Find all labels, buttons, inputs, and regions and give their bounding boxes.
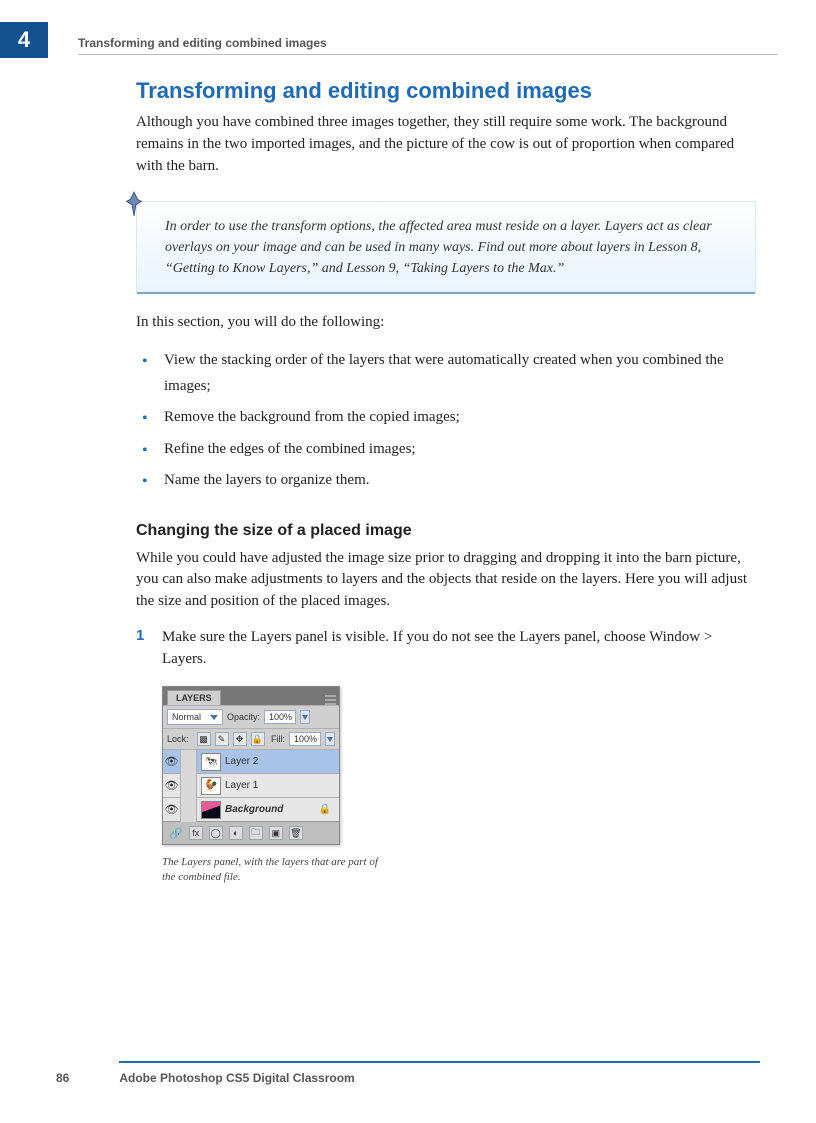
note-text: In order to use the transform options, t… xyxy=(165,219,712,276)
list-item: Name the layers to organize them. xyxy=(136,468,756,494)
subsection-title: Changing the size of a placed image xyxy=(136,522,756,540)
new-layer-icon[interactable]: ▣ xyxy=(269,826,283,840)
chapter-badge: 4 xyxy=(0,22,48,58)
page-footer: 86 Adobe Photoshop CS5 Digital Classroom xyxy=(0,1061,760,1085)
panel-tab-row: LAYERS xyxy=(163,687,339,705)
lock-label: Lock: xyxy=(167,734,189,744)
lock-all-icon[interactable]: 🔒 xyxy=(251,732,265,746)
opacity-label: Opacity: xyxy=(227,712,260,722)
trash-icon[interactable]: 🗑 xyxy=(289,826,303,840)
lock-transparency-icon[interactable]: ▩ xyxy=(197,732,211,746)
opacity-field[interactable]: 100% xyxy=(264,710,296,724)
fill-field[interactable]: 100% xyxy=(289,732,321,746)
visibility-toggle[interactable]: 👁 xyxy=(163,774,181,798)
layer-row[interactable]: 👁 🐄 Layer 2 xyxy=(163,749,339,773)
step-text: Make sure the Layers panel is visible. I… xyxy=(162,627,756,671)
panel-footer: 🔗 fx ◯ ◐ 🗀 ▣ 🗑 xyxy=(163,821,339,844)
step-1: 1 Make sure the Layers panel is visible.… xyxy=(136,627,756,671)
link-layers-icon[interactable]: 🔗 xyxy=(169,827,183,840)
lock-position-icon[interactable]: ✥ xyxy=(233,732,247,746)
lock-pixels-icon[interactable]: ✎ xyxy=(215,732,229,746)
subsection-body: While you could have adjusted the image … xyxy=(136,548,756,613)
step-number: 1 xyxy=(136,627,162,671)
lock-fill-row: Lock: ▩ ✎ ✥ 🔒 Fill: 100% xyxy=(163,728,339,749)
layer-row[interactable]: 👁 🐓 Layer 1 xyxy=(163,773,339,797)
opacity-stepper[interactable] xyxy=(300,710,310,724)
fill-stepper[interactable] xyxy=(325,732,335,746)
layer-thumbnail[interactable]: 🐓 xyxy=(201,777,221,795)
layer-name[interactable]: Layer 1 xyxy=(225,780,258,791)
list-item: Refine the edges of the combined images; xyxy=(136,437,756,463)
adjustment-icon[interactable]: ◐ xyxy=(229,826,243,840)
group-icon[interactable]: 🗀 xyxy=(249,826,263,840)
pushpin-icon xyxy=(123,190,145,218)
visibility-toggle[interactable]: 👁 xyxy=(163,798,181,822)
section-intro: Although you have combined three images … xyxy=(136,112,756,177)
layer-name[interactable]: Background xyxy=(225,804,283,815)
layers-panel: LAYERS Normal Opacity: 100% Lock: ▩ ✎ ✥ … xyxy=(162,686,340,845)
running-head: Transforming and editing combined images xyxy=(78,36,778,55)
mask-icon[interactable]: ◯ xyxy=(209,826,223,840)
lock-icon: 🔒 xyxy=(319,804,331,815)
link-cell[interactable] xyxy=(181,798,197,822)
layer-thumbnail[interactable] xyxy=(201,801,221,819)
lock-icons: ▩ ✎ ✥ 🔒 xyxy=(197,732,265,746)
fx-icon[interactable]: fx xyxy=(189,826,203,840)
visibility-toggle[interactable]: 👁 xyxy=(163,750,181,774)
fill-label: Fill: xyxy=(271,734,285,744)
page-number: 86 xyxy=(0,1061,119,1085)
blend-mode-value: Normal xyxy=(172,712,201,722)
panel-menu-icon[interactable] xyxy=(325,691,339,705)
section-title: Transforming and editing combined images xyxy=(136,78,756,104)
note-callout: In order to use the transform options, t… xyxy=(136,201,756,294)
link-cell[interactable] xyxy=(181,750,197,774)
list-intro: In this section, you will do the followi… xyxy=(136,312,756,334)
link-cell[interactable] xyxy=(181,774,197,798)
chevron-down-icon xyxy=(210,715,218,720)
blend-opacity-row: Normal Opacity: 100% xyxy=(163,705,339,728)
layer-name[interactable]: Layer 2 xyxy=(225,756,258,767)
bullet-list: View the stacking order of the layers th… xyxy=(136,348,756,494)
layers-tab[interactable]: LAYERS xyxy=(167,690,221,705)
layer-thumbnail[interactable]: 🐄 xyxy=(201,753,221,771)
list-item: View the stacking order of the layers th… xyxy=(136,348,756,399)
list-item: Remove the background from the copied im… xyxy=(136,405,756,431)
book-title: Adobe Photoshop CS5 Digital Classroom xyxy=(119,1061,760,1085)
figure-caption: The Layers panel, with the layers that a… xyxy=(162,855,392,885)
blend-mode-select[interactable]: Normal xyxy=(167,709,223,725)
figure-layers-panel: LAYERS Normal Opacity: 100% Lock: ▩ ✎ ✥ … xyxy=(162,686,756,885)
layer-row[interactable]: 👁 Background 🔒 xyxy=(163,797,339,821)
main-content: Transforming and editing combined images… xyxy=(136,78,756,885)
